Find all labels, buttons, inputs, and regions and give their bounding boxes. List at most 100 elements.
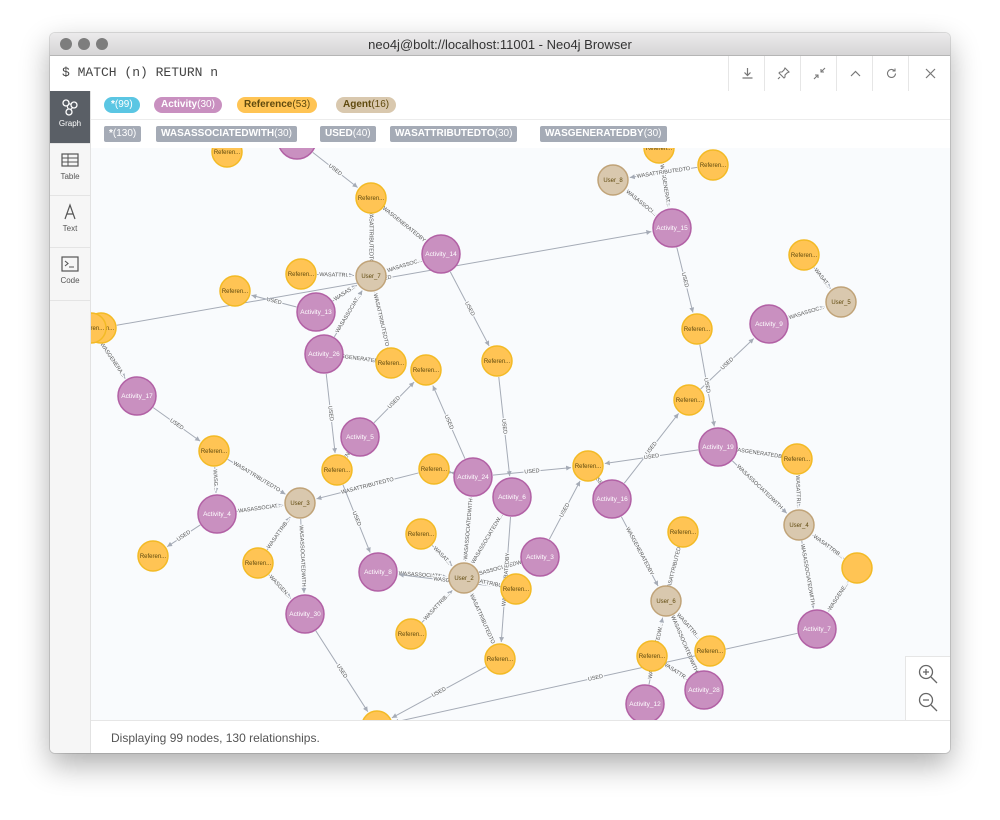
reference-node[interactable]: Referen...	[667, 516, 699, 548]
activity-node[interactable]: Activity_19	[698, 427, 738, 467]
activity-node[interactable]: Activity_8	[358, 552, 398, 592]
relationship-edge[interactable]: WASAT...	[430, 544, 453, 567]
relationship-edge[interactable]: WASGEN...	[266, 573, 293, 601]
node-circle[interactable]	[362, 710, 392, 720]
activity-node[interactable]	[278, 148, 316, 160]
activity-node[interactable]: Activity_5	[340, 417, 380, 457]
relationship-edge[interactable]: WASATTRIB...	[265, 516, 293, 552]
relationship-edge[interactable]: USED	[391, 666, 487, 719]
agent-node[interactable]: User_8	[597, 164, 629, 196]
relationship-edge[interactable]: USED	[498, 376, 512, 477]
relationship-edge[interactable]: WASATTRIBUTEDTO	[227, 458, 286, 495]
reference-node[interactable]: Referen...	[484, 643, 516, 675]
relationship-edge[interactable]: WASATTRIB...	[811, 533, 846, 562]
reference-node[interactable]: Referen...	[673, 384, 705, 416]
reference-node[interactable]: Referen...	[500, 573, 532, 605]
activity-node[interactable]: Activity_4	[197, 494, 237, 534]
relationship-edge[interactable]: USED	[432, 385, 466, 459]
reference-node[interactable]: Referen...	[219, 275, 251, 307]
label-pill-agent[interactable]: Agent(16)	[336, 97, 397, 113]
edge-line[interactable]	[447, 469, 453, 475]
node-circle[interactable]	[841, 552, 873, 584]
sidebar-item-code[interactable]: Code	[50, 247, 90, 301]
reference-node[interactable]: Referen...	[694, 635, 726, 667]
relationship-edge[interactable]: USED	[342, 484, 371, 553]
rerun-button[interactable]	[872, 56, 909, 91]
relationship-edge[interactable]: WASASSOCI...	[623, 188, 659, 219]
collapse-button[interactable]	[800, 56, 837, 91]
relationship-edge[interactable]: USED	[393, 632, 798, 720]
graph-canvas[interactable]: USED WASGENERATEDBY WASATTRIBUTEDTO WASASSO…	[91, 148, 950, 720]
graph-svg[interactable]: USED WASGENERATEDBY WASATTRIBUTEDTO WASASSO…	[91, 148, 950, 720]
reference-node[interactable]: Referen...	[198, 435, 230, 467]
relationship-edge[interactable]: WASAT...	[811, 266, 833, 291]
relationship-edge[interactable]: WASASSOCIATEDWITH	[732, 460, 788, 514]
agent-node[interactable]: User_6	[650, 585, 682, 617]
activity-node[interactable]: Activity_17	[117, 376, 157, 416]
activity-node[interactable]: Activity_6	[492, 477, 532, 517]
activity-node[interactable]: Activity_16	[592, 479, 632, 519]
relationship-edge[interactable]: USED	[449, 271, 490, 347]
activity-node[interactable]: Activity_3	[520, 537, 560, 577]
query-text[interactable]: $ MATCH (n) RETURN n	[62, 65, 218, 80]
label-pill-activity[interactable]: Activity(30)	[154, 97, 222, 113]
relationship-edge[interactable]	[447, 469, 453, 475]
relationship-edge[interactable]: WASATTRI...	[793, 474, 802, 510]
sidebar-item-table[interactable]: Table	[50, 143, 90, 196]
reference-node[interactable]	[841, 552, 873, 584]
relationship-edge[interactable]: USED	[325, 373, 338, 454]
agent-node[interactable]: User_5	[825, 286, 857, 318]
rel-pill-used[interactable]: USED(40)	[320, 126, 376, 142]
close-frame-button[interactable]	[908, 56, 950, 91]
relationship-edge[interactable]: WASASSOCIATEDWITH	[798, 540, 817, 609]
reference-node[interactable]: Referen...	[788, 239, 820, 271]
agent-node[interactable]: User_4	[783, 509, 815, 541]
rel-pill-wasassociatedwith[interactable]: WASASSOCIATEDWITH(30)	[156, 126, 297, 142]
relationship-edge[interactable]: USED	[373, 381, 415, 424]
rel-pill-all[interactable]: *(130)	[104, 126, 142, 142]
activity-node[interactable]: Activity_28	[684, 670, 724, 710]
relationship-edge[interactable]: WASATTRIBUTEDTO	[370, 292, 391, 349]
reference-node[interactable]: Referen...	[643, 148, 675, 164]
relationship-edge[interactable]: WASG...	[210, 466, 220, 494]
relationship-edge[interactable]: WASASSOCIATEDW...	[469, 511, 506, 566]
activity-node[interactable]: Activity_30	[285, 594, 325, 634]
relationship-edge[interactable]: WASASSOC...	[787, 303, 826, 322]
relationship-edge[interactable]: WASGENERATEDBY	[731, 445, 788, 462]
relationship-edge[interactable]: WASATTRI...	[316, 271, 355, 280]
reference-node[interactable]: Referen...	[636, 640, 668, 672]
zoom-out-icon[interactable]	[917, 691, 939, 713]
reference-node[interactable]: Referen...	[285, 258, 317, 290]
reference-node[interactable]: Referen...	[572, 450, 604, 482]
agent-node[interactable]: User_2	[448, 562, 480, 594]
activity-node[interactable]: Activity_12	[625, 684, 665, 720]
sidebar-item-text[interactable]: Text	[50, 195, 90, 248]
relationship-edge[interactable]: WASGENE...	[826, 580, 852, 613]
reference-node[interactable]: Referen...	[681, 313, 713, 345]
reference-node[interactable]: Referen...	[418, 453, 450, 485]
reference-node[interactable]: Referen...	[321, 454, 353, 486]
activity-node[interactable]: Activity_7	[797, 609, 837, 649]
reference-node[interactable]: Referen...	[481, 345, 513, 377]
rel-pill-wasgeneratedby[interactable]: WASGENERATEDBY(30)	[540, 126, 667, 142]
reference-node[interactable]: Referen...	[405, 518, 437, 550]
relationship-edge[interactable]: USED	[623, 413, 679, 484]
pin-button[interactable]	[764, 56, 801, 91]
activity-node[interactable]: Activity_26	[304, 334, 344, 374]
activity-node[interactable]: Activity_14	[421, 234, 461, 274]
activity-node[interactable]: Activity_9	[749, 304, 789, 344]
relationship-edge[interactable]: WASASSOC...	[385, 256, 424, 275]
relationship-edge[interactable]: USED	[315, 630, 369, 712]
reference-node[interactable]: Referen...	[410, 354, 442, 386]
reference-node[interactable]: Referen...	[137, 540, 169, 572]
rel-pill-wasattributedto[interactable]: WASATTRIBUTEDTO(30)	[390, 126, 518, 142]
relationship-edge[interactable]: USED	[251, 294, 297, 308]
relationship-edge[interactable]: WASATTRIBUTEDTO	[467, 592, 497, 647]
reference-node[interactable]: Referen...	[242, 547, 274, 579]
agent-node[interactable]: User_3	[284, 487, 316, 519]
label-pill-reference[interactable]: Reference(53)	[237, 97, 318, 113]
relationship-edge[interactable]: USED	[312, 151, 358, 188]
label-pill-all[interactable]: *(99)	[104, 97, 140, 113]
relationship-edge[interactable]: USED	[548, 480, 581, 540]
relationship-edge[interactable]: WASASSOCIAT...	[237, 502, 284, 516]
